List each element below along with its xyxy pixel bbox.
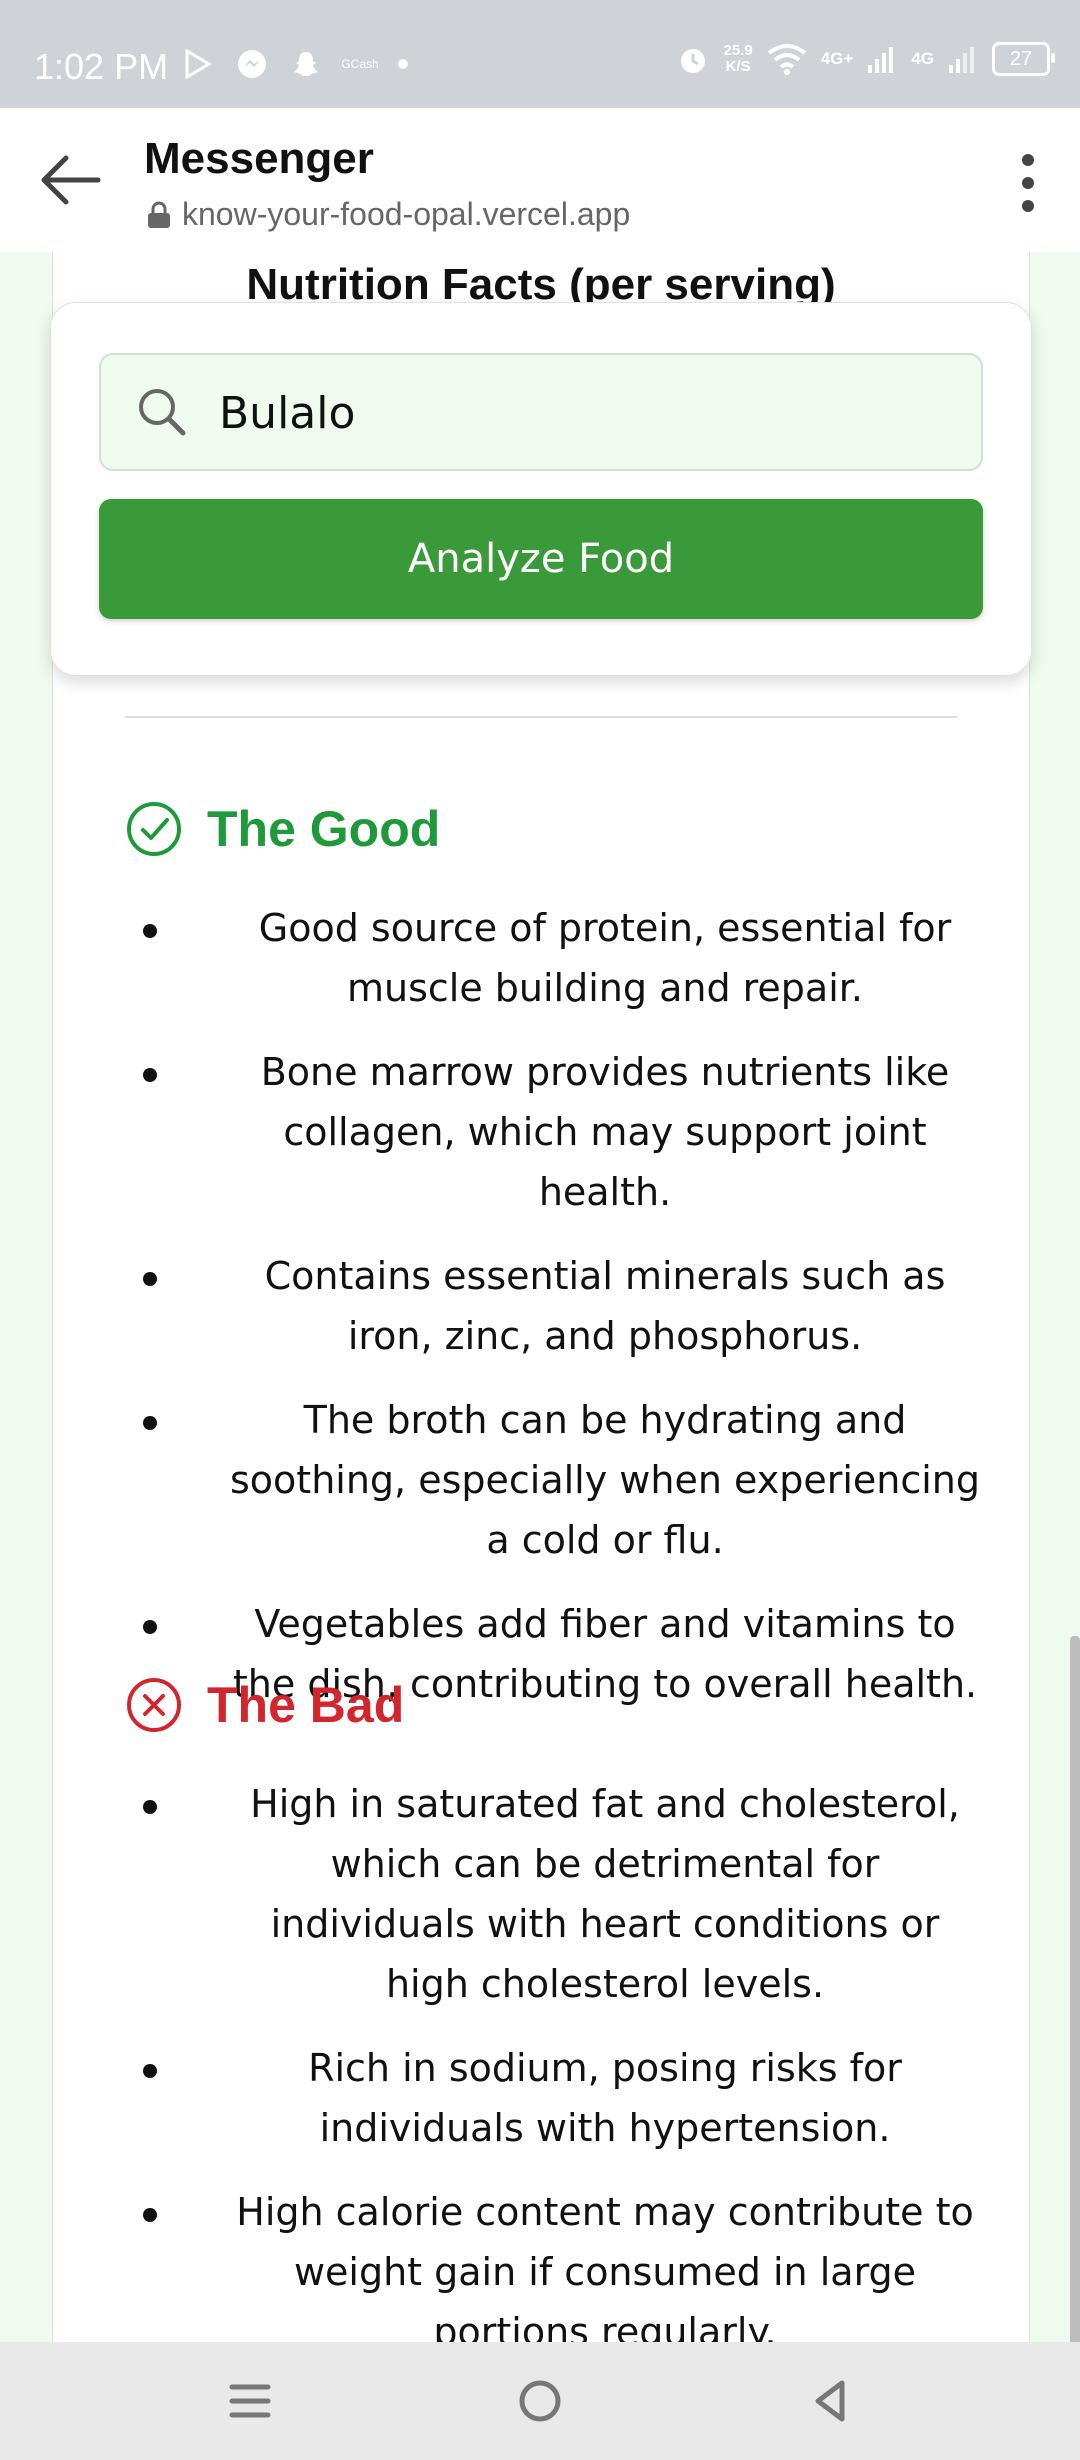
signal-icon [868,47,894,73]
network-4g: 4G [911,49,934,68]
play-store-icon [182,48,214,80]
status-bar: 1:02 PM GCash 25.9 K/S 4G+ 4G 27 [0,0,1080,108]
list-item-text: The broth can be hydrating and soothing,… [230,1398,980,1562]
bad-section-header: The Bad [125,1676,404,1734]
list-item-text: Bone marrow provides nutrients like coll… [260,1050,950,1214]
list-item: Bone marrow provides nutrients like coll… [125,1042,985,1222]
status-notification-icons: GCash [182,48,408,80]
good-heading: The Good [207,801,441,857]
back-triangle-icon[interactable] [800,2371,860,2431]
bullet [143,1416,157,1430]
page-content: Nutrition Facts (per serving) The Good G… [0,252,1080,2342]
search-icon [139,389,186,436]
gcash-label: GCash [341,57,379,71]
kebab-menu-icon [1022,154,1034,212]
list-item-text: Rich in sodium, posing risks for individ… [308,2046,902,2150]
speed-value: 25.9 [723,42,753,59]
check-circle-icon [127,802,181,856]
list-item: Contains essential minerals such as iron… [125,1246,985,1366]
list-item: Rich in sodium, posing risks for individ… [125,2038,985,2158]
bad-heading: The Bad [207,1677,405,1733]
home-icon[interactable] [510,2371,570,2431]
network-speed: 25.9 K/S [724,43,753,75]
wifi-icon [767,44,806,75]
list-item-text: High in saturated fat and cholesterol, w… [250,1782,960,2006]
bullet [143,1272,157,1286]
analyze-food-button[interactable]: Analyze Food [99,499,983,619]
list-item: The broth can be hydrating and soothing,… [125,1390,985,1570]
status-right-icons: 25.9 K/S 4G+ 4G 27 [676,42,1055,76]
scrollbar[interactable] [1070,1636,1080,2342]
messenger-icon [236,48,268,80]
header-title: Messenger [144,134,374,183]
bullet [143,924,157,938]
arrow-left-icon [41,155,101,205]
battery-icon: 27 [992,42,1055,76]
bullet [143,2208,157,2222]
bullet [143,1620,157,1634]
header-url: know-your-food-opal.vercel.app [146,196,630,233]
status-time: 1:02 PM [34,46,169,87]
list-item-text: High calorie content may contribute to w… [236,2190,974,2342]
back-button[interactable] [36,150,106,210]
bad-list: High in saturated fat and cholesterol, w… [125,1774,985,2342]
search-field[interactable] [99,353,983,471]
section-divider [125,716,957,718]
x-circle-icon [127,1678,181,1732]
lock-icon [148,201,170,228]
search-input[interactable] [217,377,961,449]
list-item-text: Good source of protein, essential for mu… [258,906,952,1010]
search-panel: Analyze Food [50,302,1032,676]
bullet [143,1068,157,1082]
network-4g-plus: 4G+ [820,49,854,68]
menu-icon[interactable] [220,2371,280,2431]
speed-unit: K/S [725,58,751,75]
more-options-button[interactable] [1006,150,1050,216]
good-section-header: The Good [125,800,440,858]
url-text: know-your-food-opal.vercel.app [182,196,631,232]
snapchat-icon [290,48,322,80]
bullet [143,2064,157,2078]
good-list: Good source of protein, essential for mu… [125,898,985,1738]
list-item: High calorie content may contribute to w… [125,2182,985,2342]
bullet [143,1800,157,1814]
list-item: Good source of protein, essential for mu… [125,898,985,1018]
list-item-text: Contains essential minerals such as iron… [264,1254,946,1358]
list-item: High in saturated fat and cholesterol, w… [125,1774,985,2014]
system-nav-bar [0,2342,1080,2460]
browser-header: Messenger know-your-food-opal.vercel.app [0,108,1080,253]
alarm-icon [680,49,705,73]
notification-dot [398,59,408,69]
signal-icon-2 [949,47,974,73]
